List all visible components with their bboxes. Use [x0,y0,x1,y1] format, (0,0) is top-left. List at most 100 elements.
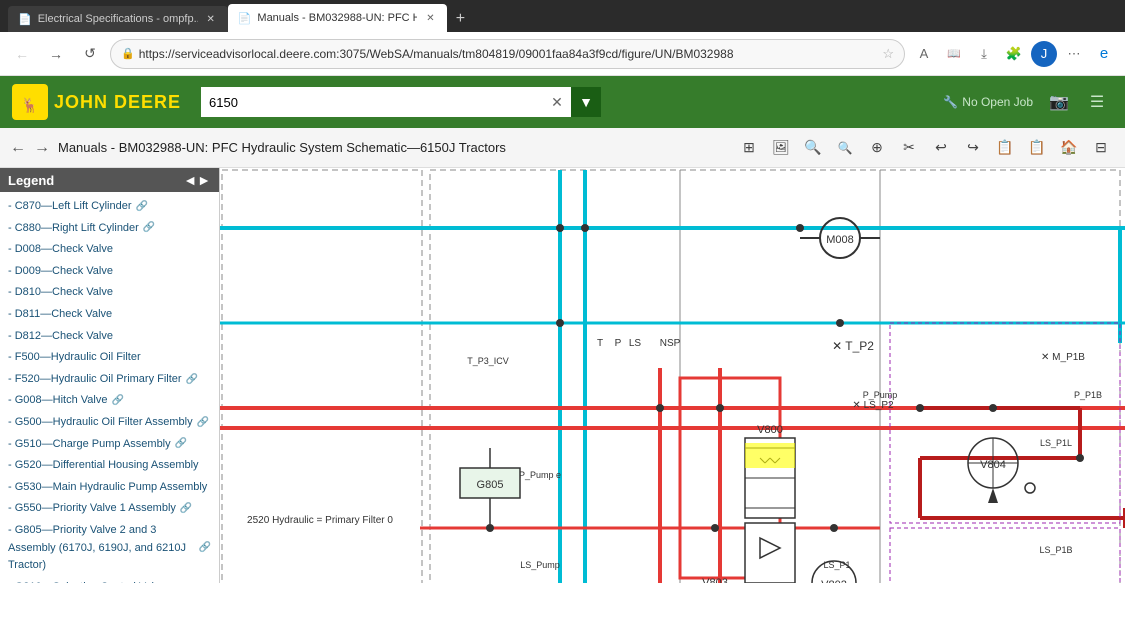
legend-item-G500-text: - G500—Hydraulic Oil Filter Assembly [8,414,193,432]
legend-item-D812[interactable]: - D812—Check Valve [0,326,219,348]
svg-text:V803: V803 [702,577,728,583]
legend-item-C870-text: - C870—Left Lift Cylinder [8,198,132,216]
legend-item-G805-text: - G805—Priority Valve 2 and 3 Assembly (… [8,522,195,575]
menu-lines-icon[interactable]: ☰ [1081,86,1113,118]
legend-item-D810[interactable]: - D810—Check Valve [0,282,219,304]
jd-deer-icon: 🦌 [12,84,48,120]
legend-item-G805[interactable]: - G805—Priority Valve 2 and 3 Assembly (… [0,520,219,577]
legend-item-D811-text: - D811—Check Valve [8,306,112,324]
paste-icon[interactable]: 📋 [1023,134,1051,162]
legend-item-C880[interactable]: - C880—Right Lift Cylinder 🔗 [0,218,219,240]
legend-item-G510[interactable]: - G510—Charge Pump Assembly 🔗 [0,434,219,456]
legend-item-D009[interactable]: - D009—Check Valve [0,261,219,283]
tab-2-favicon: 📄 [238,12,252,25]
address-input[interactable] [139,47,883,61]
sub-nav: ← → Manuals - BM032988-UN: PFC Hydraulic… [0,128,1125,168]
svg-text:P_Pump e: P_Pump e [519,470,561,480]
edge-icon[interactable]: e [1091,41,1117,67]
legend-item-G520[interactable]: - G520—Differential Housing Assembly [0,455,219,477]
extensions-icon[interactable]: 🧩 [1001,41,1027,67]
legend-item-D008[interactable]: - D008—Check Valve [0,239,219,261]
svg-text:✕ T_P2: ✕ T_P2 [832,339,874,353]
no-job-label: No Open Job [962,95,1033,109]
no-open-job-button[interactable]: 🔧 No Open Job [943,95,1033,109]
tab-bar: 📄 Electrical Specifications - ompfp... ✕… [0,0,1125,32]
tab-2-close[interactable]: ✕ [423,11,437,25]
forward-button[interactable]: → [42,40,70,68]
svg-text:V802: V802 [821,579,847,583]
schematic-area[interactable]: M008 G805 V800 V801 [220,168,1125,583]
grid-view-icon[interactable]: ⊞ [735,134,763,162]
legend-item-D008-text: - D008—Check Valve [8,241,113,259]
legend-item-C880-text: - C880—Right Lift Cylinder [8,220,139,238]
link-icon-G510: 🔗 [175,436,187,452]
camera-icon[interactable]: 📷 [1043,86,1075,118]
legend-item-G530[interactable]: - G530—Main Hydraulic Pump Assembly [0,477,219,499]
legend-item-F500[interactable]: - F500—Hydraulic Oil Filter [0,347,219,369]
profile-icon[interactable]: J [1031,41,1057,67]
svg-text:✕ LS_P2: ✕ LS_P2 [852,400,894,411]
legend-item-G550[interactable]: - G550—Priority Valve 1 Assembly 🔗 [0,498,219,520]
translate-icon[interactable]: A [911,41,937,67]
svg-text:LS_Pump: LS_Pump [520,560,560,570]
back-button[interactable]: ← [8,40,36,68]
svg-text:LS_P1B: LS_P1B [1039,545,1072,555]
jd-logo[interactable]: 🦌 JOHN DEERE [12,84,181,120]
undo-icon[interactable]: ↩ [927,134,955,162]
read-icon[interactable]: 📖 [941,41,967,67]
legend-item-F520[interactable]: - F520—Hydraulic Oil Primary Filter 🔗 [0,369,219,391]
legend-sidebar: Legend ◄► - C870—Left Lift Cylinder 🔗 - … [0,168,220,583]
legend-title: Legend [8,173,54,188]
image-icon[interactable]: 🖼 [767,134,795,162]
legend-item-G008[interactable]: - G008—Hitch Valve 🔗 [0,390,219,412]
tab-1[interactable]: 📄 Electrical Specifications - ompfp... ✕ [8,6,228,32]
svg-text:P: P [615,338,622,349]
home-icon[interactable]: 🏠 [1055,134,1083,162]
sub-nav-title: Manuals - BM032988-UN: PFC Hydraulic Sys… [58,140,506,155]
legend-item-D811[interactable]: - D811—Check Valve [0,304,219,326]
jd-header-icons: 📷 ☰ [1043,86,1113,118]
zoom-in-icon[interactable]: 🔍 [799,134,827,162]
jd-search-dropdown-button[interactable]: ▼ [571,87,601,117]
download-icon[interactable]: ⤓ [971,41,997,67]
legend-toggle-button[interactable]: ◄► [183,172,211,188]
svg-text:P_P1B: P_P1B [1074,390,1102,400]
redo-icon[interactable]: ↪ [959,134,987,162]
sub-nav-toolbar: ⊞ 🖼 🔍 🔍 ⊕ ✂ ↩ ↪ 📋 📋 🏠 ⊟ [735,134,1115,162]
split-icon[interactable]: ⊟ [1087,134,1115,162]
tab-1-favicon: 📄 [18,13,32,26]
fit-icon[interactable]: ⊕ [863,134,891,162]
sub-nav-forward[interactable]: → [34,139,50,157]
star-icon[interactable]: ☆ [882,46,894,62]
new-tab-button[interactable]: + [447,6,473,32]
jd-search-clear-button[interactable]: ✕ [543,87,571,117]
svg-text:LS_P1: LS_P1 [823,560,850,570]
legend-item-F500-text: - F500—Hydraulic Oil Filter [8,349,141,367]
link-icon-G500: 🔗 [197,415,209,431]
jd-search-input[interactable] [201,87,543,117]
legend-item-D810-text: - D810—Check Valve [8,284,113,302]
svg-text:LS: LS [629,338,642,349]
svg-text:🦌: 🦌 [21,97,38,114]
legend-item-G500[interactable]: - G500—Hydraulic Oil Filter Assembly 🔗 [0,412,219,434]
menu-icon[interactable]: ⋯ [1061,41,1087,67]
legend-item-G810-text: - G810—Selective Control Valve Assembly … [8,579,195,583]
legend-item-G520-text: - G520—Differential Housing Assembly [8,457,199,475]
tab-2-title: Manuals - BM032988-UN: PFC H... [257,12,417,24]
zoom-out-icon[interactable]: 🔍 [831,134,859,162]
tab-2[interactable]: 📄 Manuals - BM032988-UN: PFC H... ✕ [228,4,448,32]
reload-button[interactable]: ↺ [76,40,104,68]
crop-icon[interactable]: ✂ [895,134,923,162]
legend-header: Legend ◄► [0,168,219,192]
schematic-svg: M008 G805 V800 V801 [220,168,1125,583]
legend-item-C870[interactable]: - C870—Left Lift Cylinder 🔗 [0,196,219,218]
sub-nav-back[interactable]: ← [10,139,26,157]
link-icon-F520: 🔗 [186,372,198,388]
address-bar[interactable]: 🔒 ☆ [110,39,905,69]
legend-item-G008-text: - G008—Hitch Valve [8,392,107,410]
legend-item-F520-text: - F520—Hydraulic Oil Primary Filter [8,371,182,389]
svg-text:LS_P1L: LS_P1L [1040,438,1072,448]
legend-item-G810[interactable]: - G810—Selective Control Valve Assembly … [0,577,219,583]
tab-1-close[interactable]: ✕ [204,12,218,26]
copy-icon[interactable]: 📋 [991,134,1019,162]
